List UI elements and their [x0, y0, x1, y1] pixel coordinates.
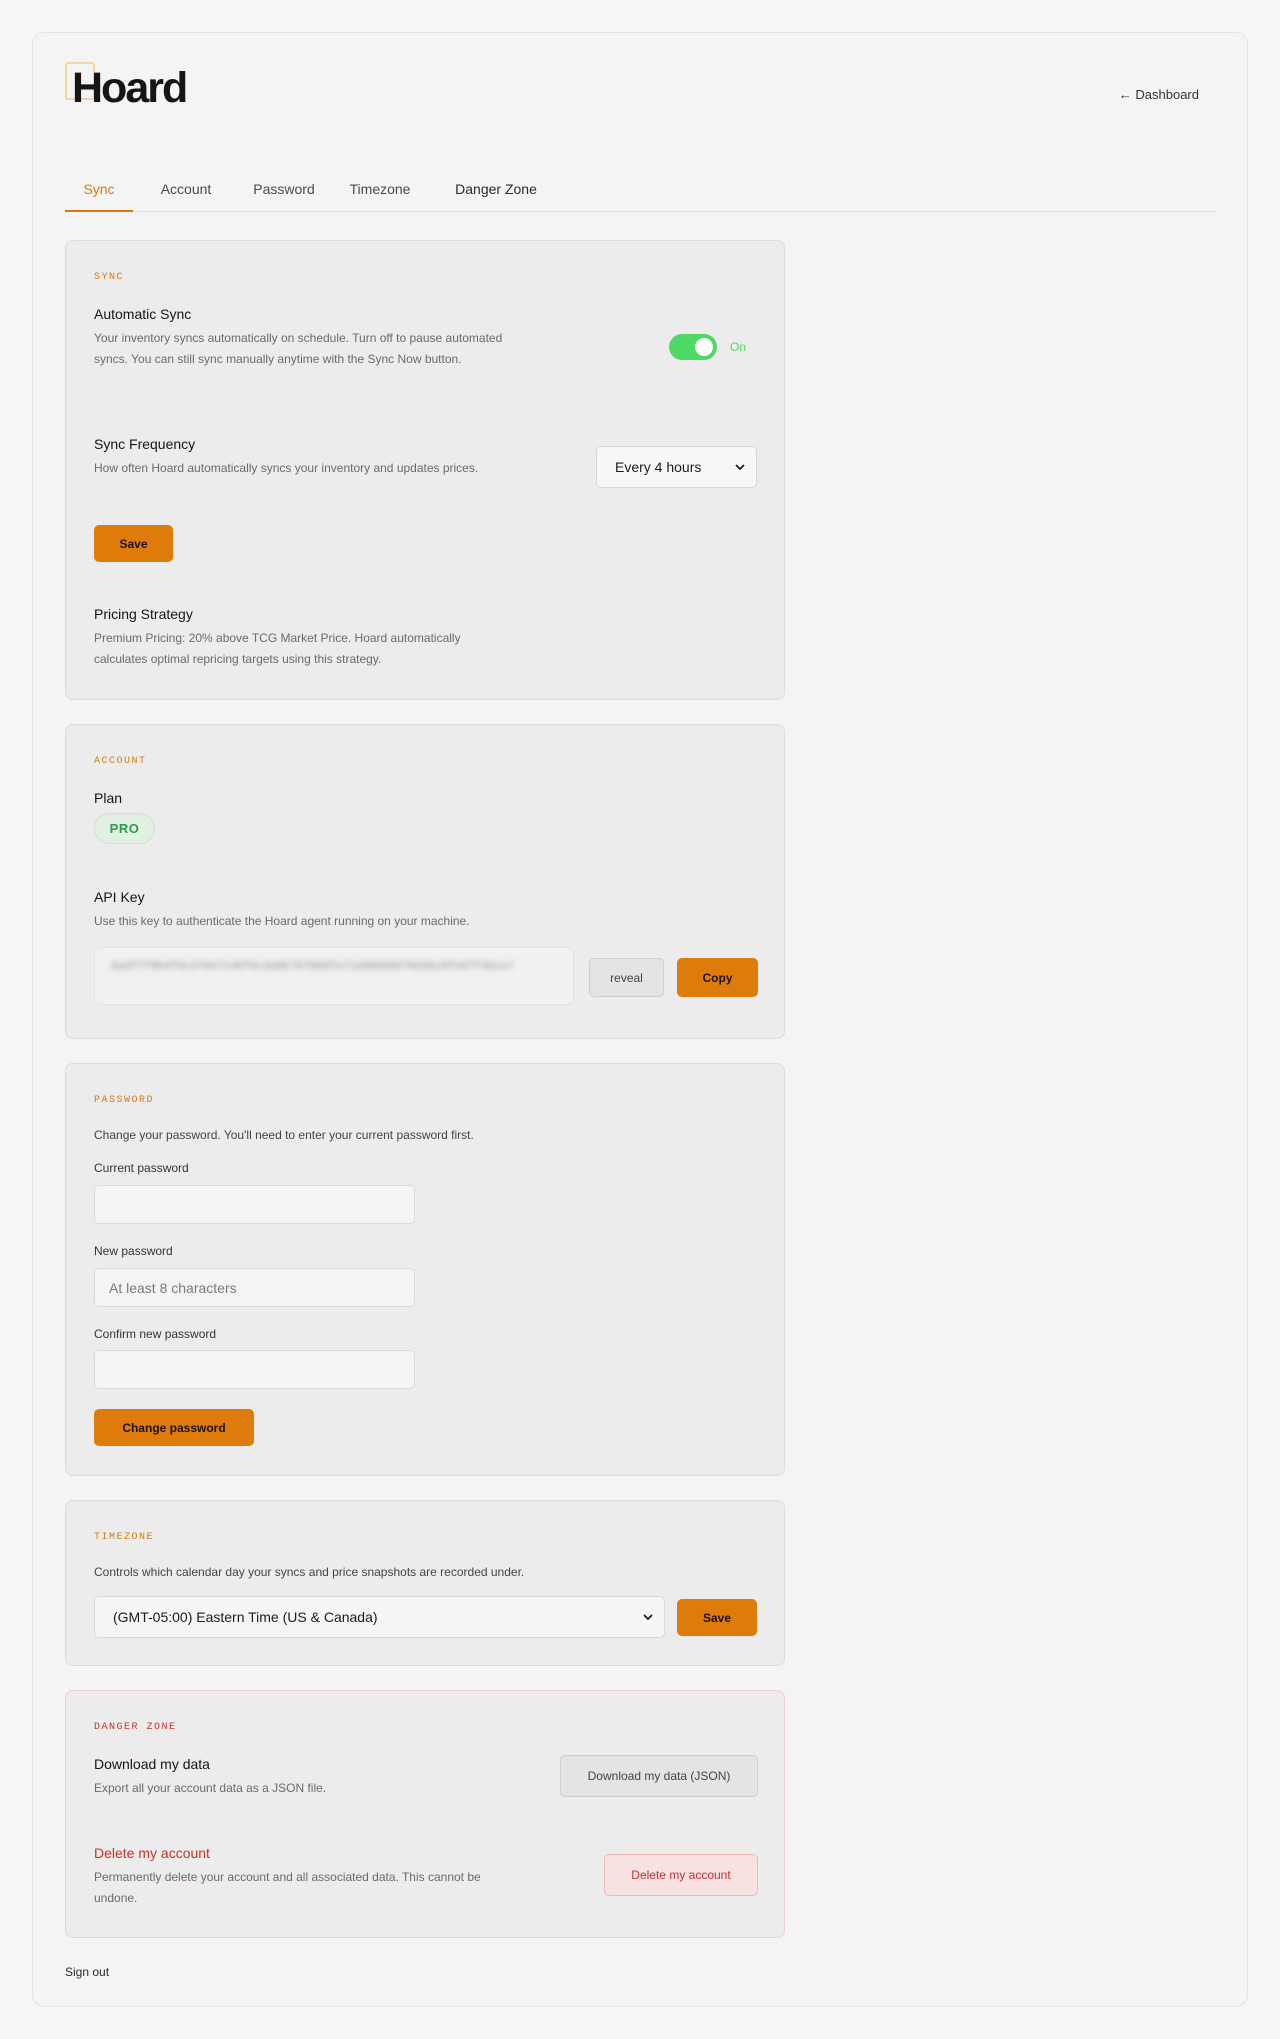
- automatic-sync-title: Automatic Sync: [94, 306, 192, 322]
- sync-frequency-value: Every 4 hours: [615, 459, 702, 475]
- automatic-sync-desc: Your inventory syncs automatically on sc…: [94, 331, 503, 366]
- automatic-sync-toggle[interactable]: [669, 334, 717, 360]
- dashboard-link[interactable]: ← Dashboard: [1119, 87, 1199, 102]
- danger-zone-section-label: DANGER ZONE: [94, 1722, 177, 1733]
- copy-button[interactable]: Copy: [677, 958, 758, 997]
- tab-account[interactable]: Account: [152, 178, 220, 212]
- sync-card: SYNC Automatic Sync Your inventory syncs…: [65, 240, 785, 700]
- password-card: PASSWORD Change your password. You'll ne…: [65, 1063, 785, 1476]
- api-key-value: 6a6f7f9b4f0c37047146f6c3a8b7078b6fa71a98…: [111, 961, 514, 973]
- account-section-label: ACCOUNT: [94, 756, 147, 767]
- tab-danger-zone[interactable]: Danger Zone: [448, 178, 544, 212]
- logo-text: Hoard: [72, 64, 188, 112]
- chevron-down-icon: [643, 1614, 653, 1621]
- reveal-button[interactable]: reveal: [589, 958, 664, 997]
- download-data-title: Download my data: [94, 1756, 210, 1772]
- sync-frequency-desc: How often Hoard automatically syncs your…: [94, 461, 479, 475]
- tab-sync[interactable]: Sync: [65, 178, 133, 212]
- timezone-select[interactable]: (GMT-05:00) Eastern Time (US & Canada): [94, 1596, 665, 1638]
- plan-badge: PRO: [94, 813, 155, 844]
- toggle-state-label: On: [730, 340, 747, 354]
- api-key-desc: Use this key to authenticate the Hoard a…: [94, 914, 470, 928]
- chevron-down-icon: [735, 464, 745, 471]
- delete-account-button[interactable]: Delete my account: [604, 1854, 758, 1896]
- toggle-knob: [695, 338, 713, 356]
- danger-zone-card: DANGER ZONE Download my data Export all …: [65, 1690, 785, 1938]
- sync-frequency-select[interactable]: Every 4 hours: [596, 446, 757, 488]
- api-key-field[interactable]: 6a6f7f9b4f0c37047146f6c3a8b7078b6fa71a98…: [94, 947, 574, 1005]
- download-data-desc: Export all your account data as a JSON f…: [94, 1781, 327, 1795]
- tab-password[interactable]: Password: [246, 178, 322, 212]
- timezone-value: (GMT-05:00) Eastern Time (US & Canada): [113, 1609, 378, 1625]
- current-password-label: Current password: [94, 1161, 189, 1175]
- sync-frequency-title: Sync Frequency: [94, 436, 196, 452]
- delete-account-title: Delete my account: [94, 1845, 210, 1861]
- password-section-label: PASSWORD: [94, 1095, 155, 1106]
- hoard-logo: Hoard: [65, 62, 205, 112]
- confirm-password-label: Confirm new password: [94, 1327, 217, 1341]
- confirm-password-input[interactable]: [94, 1350, 415, 1389]
- sync-section-label: SYNC: [94, 272, 125, 283]
- pricing-strategy-desc: Premium Pricing: 20% above TCG Market Pr…: [94, 631, 461, 666]
- password-desc: Change your password. You'll need to ent…: [94, 1128, 474, 1142]
- tab-timezone[interactable]: Timezone: [342, 178, 418, 212]
- timezone-save-button[interactable]: Save: [677, 1599, 757, 1636]
- api-key-title: API Key: [94, 889, 145, 905]
- plan-title: Plan: [94, 790, 123, 806]
- new-password-label: New password: [94, 1244, 173, 1258]
- sync-save-button[interactable]: Save: [94, 525, 173, 562]
- new-password-input[interactable]: [94, 1268, 415, 1307]
- pricing-strategy-title: Pricing Strategy: [94, 606, 193, 622]
- current-password-input[interactable]: [94, 1185, 415, 1224]
- timezone-card: TIMEZONE Controls which calendar day you…: [65, 1500, 785, 1666]
- sign-out-link[interactable]: Sign out: [65, 1965, 109, 1979]
- timezone-section-label: TIMEZONE: [94, 1532, 155, 1543]
- account-card: ACCOUNT Plan PRO API Key Use this key to…: [65, 724, 785, 1039]
- settings-tabs: Sync Account Password Timezone Danger Zo…: [65, 178, 1215, 212]
- download-data-button[interactable]: Download my data (JSON): [560, 1755, 758, 1797]
- timezone-desc: Controls which calendar day your syncs a…: [94, 1565, 525, 1579]
- delete-account-desc: Permanently delete your account and all …: [94, 1870, 481, 1905]
- change-password-button[interactable]: Change password: [94, 1409, 254, 1446]
